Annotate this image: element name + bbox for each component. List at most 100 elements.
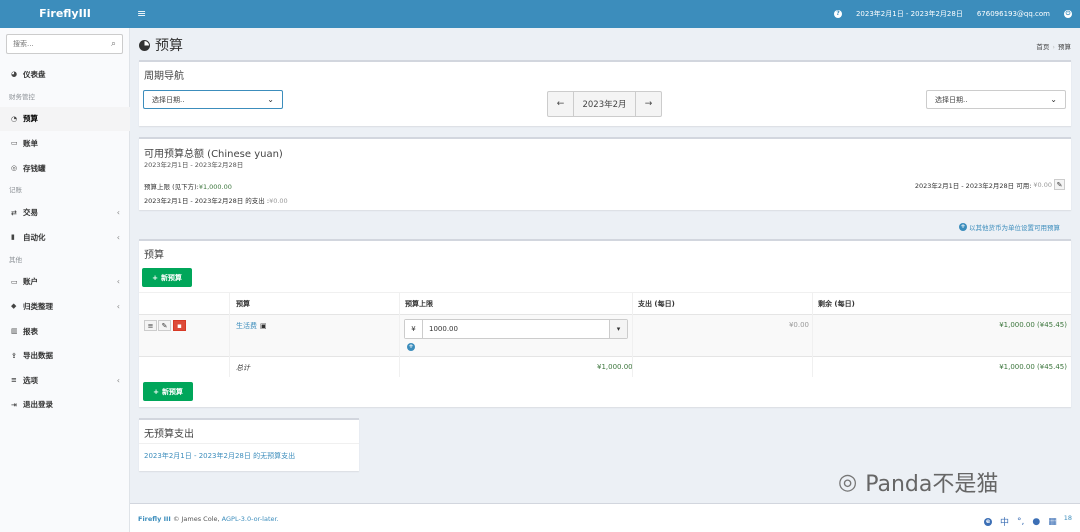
next-period-button[interactable]: →: [636, 92, 661, 116]
sidebar-item-label: 退出登录: [23, 400, 53, 410]
calendar-icon[interactable]: ▣: [260, 322, 267, 330]
sidebar-menu: ◕ 仪表盘 财务管控 ◔ 预算 ▭ 账单 ◎ 存钱罐 记账 ⇄ 交易 ‹ ▮ 自动化 ‹ 其他 ▭ 账户 ‹ ◆ 归类整理…: [0, 62, 130, 417]
sidebar-item[interactable]: ▭ 账户 ‹: [0, 270, 130, 295]
table-total-row: 总计 ¥1,000.00 ¥1,000.00 (¥45.45): [139, 356, 1071, 377]
table-header-row: 预算 预算上限 支出 (每日) 剩余 (每日): [139, 292, 1071, 314]
available-budget-subtitle: 2023年2月1日 - 2023年2月28日: [144, 161, 244, 169]
top-right-menu: ? 2023年2月1日 - 2023年2月28日 676096193@qq.co…: [833, 0, 1072, 28]
sidebar-item[interactable]: ◆ 归类整理 ‹: [0, 294, 130, 319]
budget-name-link[interactable]: 生活费: [236, 321, 257, 331]
pie-chart-icon: [139, 39, 150, 51]
chevron-down-icon[interactable]: ▾: [609, 320, 627, 338]
budget-name-cell: 生活费 ▣: [236, 321, 267, 331]
footer-version[interactable]: 18: [1064, 514, 1072, 522]
sidebar-item-label: 选项: [23, 375, 38, 385]
chevron-left-icon[interactable]: ‹: [117, 376, 120, 385]
sidebar-item-label: 仪表盘: [23, 69, 46, 79]
breadcrumb-home[interactable]: 首页: [1036, 43, 1049, 51]
new-budget-button-top[interactable]: + 新预算: [142, 268, 192, 287]
sign-out-icon: ⇥: [11, 400, 17, 409]
plus-circle-icon[interactable]: +: [407, 343, 415, 351]
app-logo[interactable]: FireflyIII: [0, 0, 130, 28]
plus-circle-icon: +: [959, 223, 967, 231]
sidebar-section-header: 记账: [9, 186, 22, 195]
sidebar-item[interactable]: ◎ 存钱罐: [0, 156, 130, 181]
sidebar-item-label: 交易: [23, 208, 38, 218]
other-currency-link[interactable]: + 以其他货币为单位设置可用预算: [959, 222, 1060, 232]
pie-chart-icon: ◔: [11, 114, 18, 123]
current-period-button[interactable]: 2023年2月: [573, 92, 636, 116]
chevron-left-icon[interactable]: ‹: [117, 302, 120, 311]
credit-card-icon: ▭: [11, 277, 18, 286]
footer: Firefly III © James Cole, AGPL-3.0-or-la…: [130, 503, 1080, 532]
budget-limit-input[interactable]: 1000.00: [423, 320, 609, 338]
sidebar-item[interactable]: ⇪ 导出数据: [0, 343, 130, 368]
top-navbar: FireflyIII ≡ ? 2023年2月1日 - 2023年2月28日 67…: [0, 0, 1080, 28]
available-amount-line: 2023年2月1日 - 2023年2月28日 可用: ¥0.00 ✎: [915, 179, 1065, 190]
logout-icon[interactable]: ⏻: [1064, 10, 1072, 18]
period-nav-title: 周期导航: [144, 71, 184, 82]
exchange-icon: ⇄: [11, 208, 17, 217]
period-pager: ← 2023年2月 →: [547, 91, 662, 117]
plus-icon: +: [152, 273, 158, 282]
delete-budget-icon[interactable]: ▪: [173, 320, 186, 331]
sidebar-item[interactable]: ⇥ 退出登录: [0, 393, 130, 418]
sidebar-item[interactable]: ◕ 仪表盘: [0, 62, 130, 87]
chevron-left-icon[interactable]: ‹: [117, 277, 120, 286]
bar-chart-icon: ▥: [11, 327, 18, 336]
budget-limit-input-group: ¥ 1000.00 ▾: [404, 319, 628, 339]
period-select-left[interactable]: 选择日期.. ⌄: [143, 90, 283, 109]
sidebar-item[interactable]: ≡ 选项 ‹: [0, 368, 130, 393]
sliders-icon: ≡: [11, 376, 17, 385]
date-range-picker[interactable]: 2023年2月1日 - 2023年2月28日: [856, 9, 963, 19]
user-email[interactable]: 676096193@qq.com: [977, 10, 1050, 18]
period-select-left-value: 选择日期..: [152, 95, 185, 104]
prev-period-button[interactable]: ←: [548, 92, 573, 116]
column-header-limit: 预算上限: [405, 300, 433, 308]
total-label: 总计: [236, 364, 250, 372]
no-budget-title: 无预算支出: [144, 429, 194, 440]
microphone-icon[interactable]: ●: [1032, 517, 1040, 527]
other-currency-link-text: 以其他货币为单位设置可用预算: [969, 224, 1060, 232]
chevron-left-icon[interactable]: ‹: [117, 208, 120, 217]
help-icon[interactable]: ?: [833, 10, 842, 18]
budget-limit-value: ¥1,000.00: [198, 183, 232, 191]
chevron-down-icon: ⌄: [267, 95, 274, 104]
page-title: 预算: [139, 35, 183, 55]
sidebar-item[interactable]: ▥ 报表: [0, 319, 130, 344]
breadcrumb-current: 预算: [1058, 43, 1071, 51]
spent-label: 2023年2月1日 - 2023年2月28日 的支出 :: [144, 197, 270, 205]
grid-icon[interactable]: ▦: [1048, 517, 1057, 527]
sidebar-item[interactable]: ⇄ 交易 ‹: [0, 200, 130, 225]
budget-limit-label: 预算上限 (见下方):: [144, 183, 199, 191]
ime-logo-icon[interactable]: e: [984, 517, 992, 526]
edit-budget-icon[interactable]: ✎: [158, 320, 171, 331]
footer-license-link[interactable]: AGPL-3.0-or-later.: [222, 515, 279, 523]
search-input[interactable]: [7, 35, 102, 53]
sidebar-item[interactable]: ▭ 账单: [0, 131, 130, 156]
footer-copyright: © James Cole,: [172, 515, 220, 523]
spent-value: ¥0.00: [269, 197, 288, 205]
sidebar-item[interactable]: ▮ 自动化 ‹: [0, 225, 130, 250]
available-value: ¥0.00: [1033, 180, 1052, 189]
upload-icon: ⇪: [11, 351, 17, 360]
new-budget-button-bottom[interactable]: + 新预算: [143, 382, 193, 401]
column-header-budget: 预算: [236, 300, 250, 308]
sidebar-section-header: 其他: [9, 255, 22, 264]
sidebar-item[interactable]: ◔ 预算: [0, 106, 130, 132]
drag-handle-icon[interactable]: ≡: [144, 320, 157, 331]
no-budget-box: 无预算支出 2023年2月1日 - 2023年2月28日 的无预算支出: [139, 418, 359, 471]
edit-available-icon[interactable]: ✎: [1054, 179, 1065, 190]
sidebar-toggle-icon[interactable]: ≡: [137, 8, 146, 20]
sidebar-item-label: 账单: [23, 138, 38, 148]
ime-punctuation-icon[interactable]: °,: [1017, 517, 1024, 527]
chevron-down-icon: ⌄: [1050, 95, 1057, 104]
chevron-left-icon[interactable]: ‹: [117, 233, 120, 242]
ime-language[interactable]: 中: [1000, 515, 1009, 528]
search-icon[interactable]: ⌕: [111, 39, 116, 49]
calendar-icon: ▭: [11, 139, 18, 148]
robot-icon: ▮: [11, 233, 15, 242]
no-budget-link[interactable]: 2023年2月1日 - 2023年2月28日 的无预算支出: [144, 451, 295, 461]
period-select-right[interactable]: 选择日期.. ⌄: [926, 90, 1066, 109]
footer-brand[interactable]: Firefly III: [138, 515, 171, 523]
